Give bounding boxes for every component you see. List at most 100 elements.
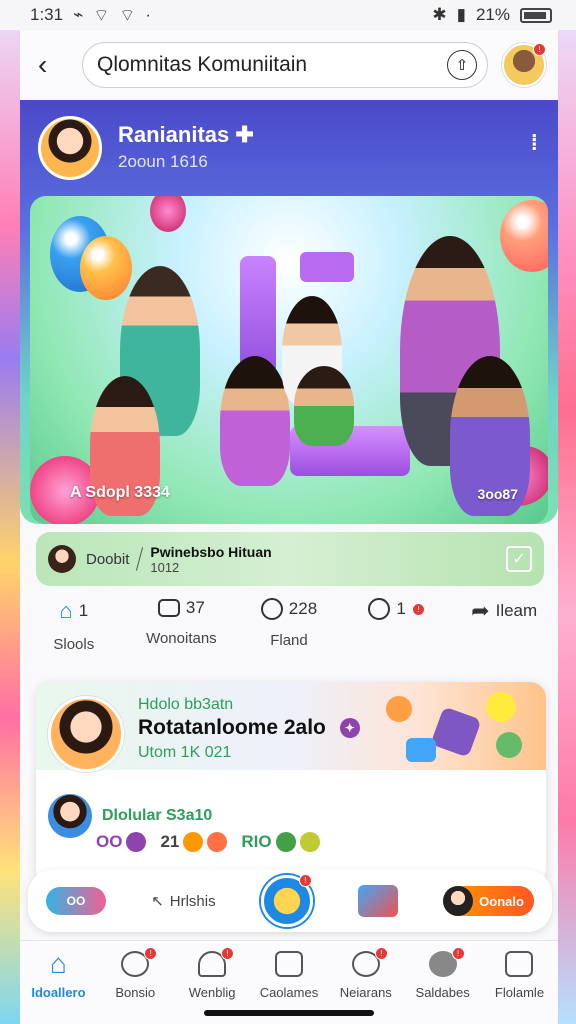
nav-badge: !	[451, 947, 465, 960]
reply-label: Hrlshis	[169, 892, 216, 910]
hero-card: Ranianitas ✚ 2ooun 1616 ⁞ A Sdopl 3334 3…	[20, 100, 558, 524]
app-window: ‹ Qlomnitas Komuniitain ⇧ ! Ranianitas ✚…	[20, 30, 558, 1024]
hero-illustration[interactable]: A Sdopl 3334 3oo87	[30, 196, 548, 524]
more-menu-icon[interactable]: ⁞	[531, 130, 538, 156]
share-button[interactable]: ⇧	[447, 50, 477, 80]
nav-flolamle[interactable]: Flolamle	[481, 951, 557, 1024]
nav-bonsio[interactable]: ! Bonsio	[97, 947, 173, 1024]
balloon-orange	[80, 236, 132, 300]
emoji-chip-green[interactable]: RIO	[241, 832, 320, 852]
stat-count: 228	[288, 599, 318, 618]
home-icon: ⌂	[49, 948, 67, 979]
share-label: Ileam	[495, 601, 538, 620]
sparkle-icon: ✚	[235, 122, 254, 147]
emoji-row: OO 21 RIO	[96, 832, 320, 852]
post-meta: Utom 1K 021	[138, 744, 232, 761]
reaction-badge: !	[411, 602, 425, 616]
stat-wonoitans-top: 37	[157, 598, 205, 618]
menu-icon	[505, 951, 534, 977]
cell-icon: ▮	[456, 5, 466, 24]
comment-name: Dlolular S3a10	[102, 807, 213, 824]
sign-toy	[300, 252, 354, 282]
smile-icon	[126, 832, 147, 852]
smile-icon	[275, 832, 296, 852]
nav-badge: !	[144, 947, 158, 960]
toy-block	[430, 706, 482, 758]
stat-label: Slools	[53, 636, 95, 653]
hero-subtitle: 2ooun 1616	[118, 152, 208, 171]
status-right: ✱ ▮ 21%	[432, 5, 552, 25]
info-strip[interactable]: Doobit Pwinebsbo Hituan 1012 ✓	[36, 532, 544, 586]
hero-name-text: Ranianitas	[118, 122, 230, 147]
bubble-icon	[260, 598, 283, 620]
balloon-pink	[150, 196, 186, 232]
hero-avatar[interactable]	[38, 116, 102, 180]
emoji-text: 21	[160, 832, 180, 851]
home-indicator[interactable]	[204, 1010, 374, 1016]
store-icon	[274, 951, 303, 977]
nav-badge: !	[374, 947, 388, 960]
profile-avatar[interactable]: !	[502, 43, 546, 87]
emoji-chip-orange[interactable]: 21	[160, 832, 228, 852]
strip-divider	[136, 547, 144, 571]
search-text: Qlomnitas Komuniitain	[97, 53, 308, 76]
emoji-fab-button[interactable]: !	[260, 874, 313, 927]
multi-pill-button[interactable]: OO	[46, 887, 106, 915]
share-up-icon: ⇧	[455, 57, 469, 74]
home-icon: ⌂	[59, 598, 73, 623]
stat-wonoitans[interactable]: 37 Wonoitans	[131, 598, 231, 647]
reply-button[interactable]: ↖ Hrlshis	[151, 892, 216, 911]
stat-slools-top: ⌂ 1	[59, 598, 88, 624]
nav-badge: !	[221, 947, 235, 960]
nav-saldabes[interactable]: ! Saldabes	[405, 947, 481, 1024]
post-avatar[interactable]	[48, 696, 124, 772]
status-time: 1:31	[30, 5, 64, 24]
smile-icon	[299, 832, 320, 852]
nav-label: Flolamle	[494, 985, 545, 1000]
kid-figure-3	[220, 356, 290, 486]
reaction-bar: OO ↖ Hrlshis ! Oonalo	[28, 870, 552, 932]
search-bar[interactable]: Qlomnitas Komuniitain ⇧	[82, 42, 488, 88]
stat-slools[interactable]: ⌂ 1 Slools	[24, 598, 124, 653]
gift-icon[interactable]	[357, 885, 398, 917]
hero-name: Ranianitas ✚	[118, 122, 254, 148]
top-bar: ‹ Qlomnitas Komuniitain ⇧ !	[20, 30, 558, 100]
stat-fland[interactable]: 228 Fland	[239, 598, 339, 649]
emoji-text: RIO	[241, 832, 272, 851]
toy-ball	[386, 696, 412, 722]
post-card[interactable]: Hdolo bb3atn Rotatanloome 2alo ✦ Utom 1K…	[36, 682, 546, 886]
nav-label: Neiarans	[339, 985, 392, 1000]
toy-ball-3	[496, 732, 522, 758]
wifi-icon: ⌔	[93, 5, 110, 25]
stat-share[interactable]: ➦ Ileam	[454, 598, 554, 624]
nav-home[interactable]: ⌂ Idoallero	[20, 948, 96, 1024]
emoji-chip-purple[interactable]: OO	[96, 832, 147, 852]
battery-icon	[520, 7, 552, 23]
chevron-left-icon: ‹	[38, 49, 48, 80]
stat-count: 37	[185, 598, 205, 617]
orange-pill-button[interactable]: Oonalo	[443, 886, 534, 916]
status-left: 1:31 ⌁ ⌔ ⌔ ·	[30, 5, 151, 26]
kid-figure-5	[294, 366, 354, 446]
battery-percent: 21%	[475, 5, 510, 24]
emoji-text: OO	[96, 832, 123, 851]
comment-icon	[157, 599, 180, 617]
stat-label: Fland	[270, 632, 308, 649]
scene-caption-right: 3oo87	[477, 486, 518, 502]
strip-text: Pwinebsbo Hituan 1012	[150, 544, 271, 575]
share-icon: ➦	[471, 598, 490, 623]
smile-icon	[207, 832, 228, 852]
status-bar: 1:31 ⌁ ⌔ ⌔ · ✱ ▮ 21%	[0, 0, 576, 30]
balloon-red	[500, 200, 548, 272]
fab-badge: !	[298, 874, 312, 887]
notification-badge: !	[533, 43, 546, 56]
stat-reactions[interactable]: 1 !	[347, 598, 447, 620]
orange-pill-label: Oonalo	[479, 893, 524, 909]
comment-avatar	[48, 794, 92, 838]
nav-label: Wenblig	[188, 985, 236, 1000]
back-button[interactable]: ‹	[38, 49, 68, 81]
nav-label: Saldabes	[415, 985, 470, 1000]
face-avatar	[443, 886, 474, 916]
post-title-text: Rotatanloome 2alo	[138, 716, 326, 739]
checkbox-icon[interactable]: ✓	[506, 546, 532, 572]
